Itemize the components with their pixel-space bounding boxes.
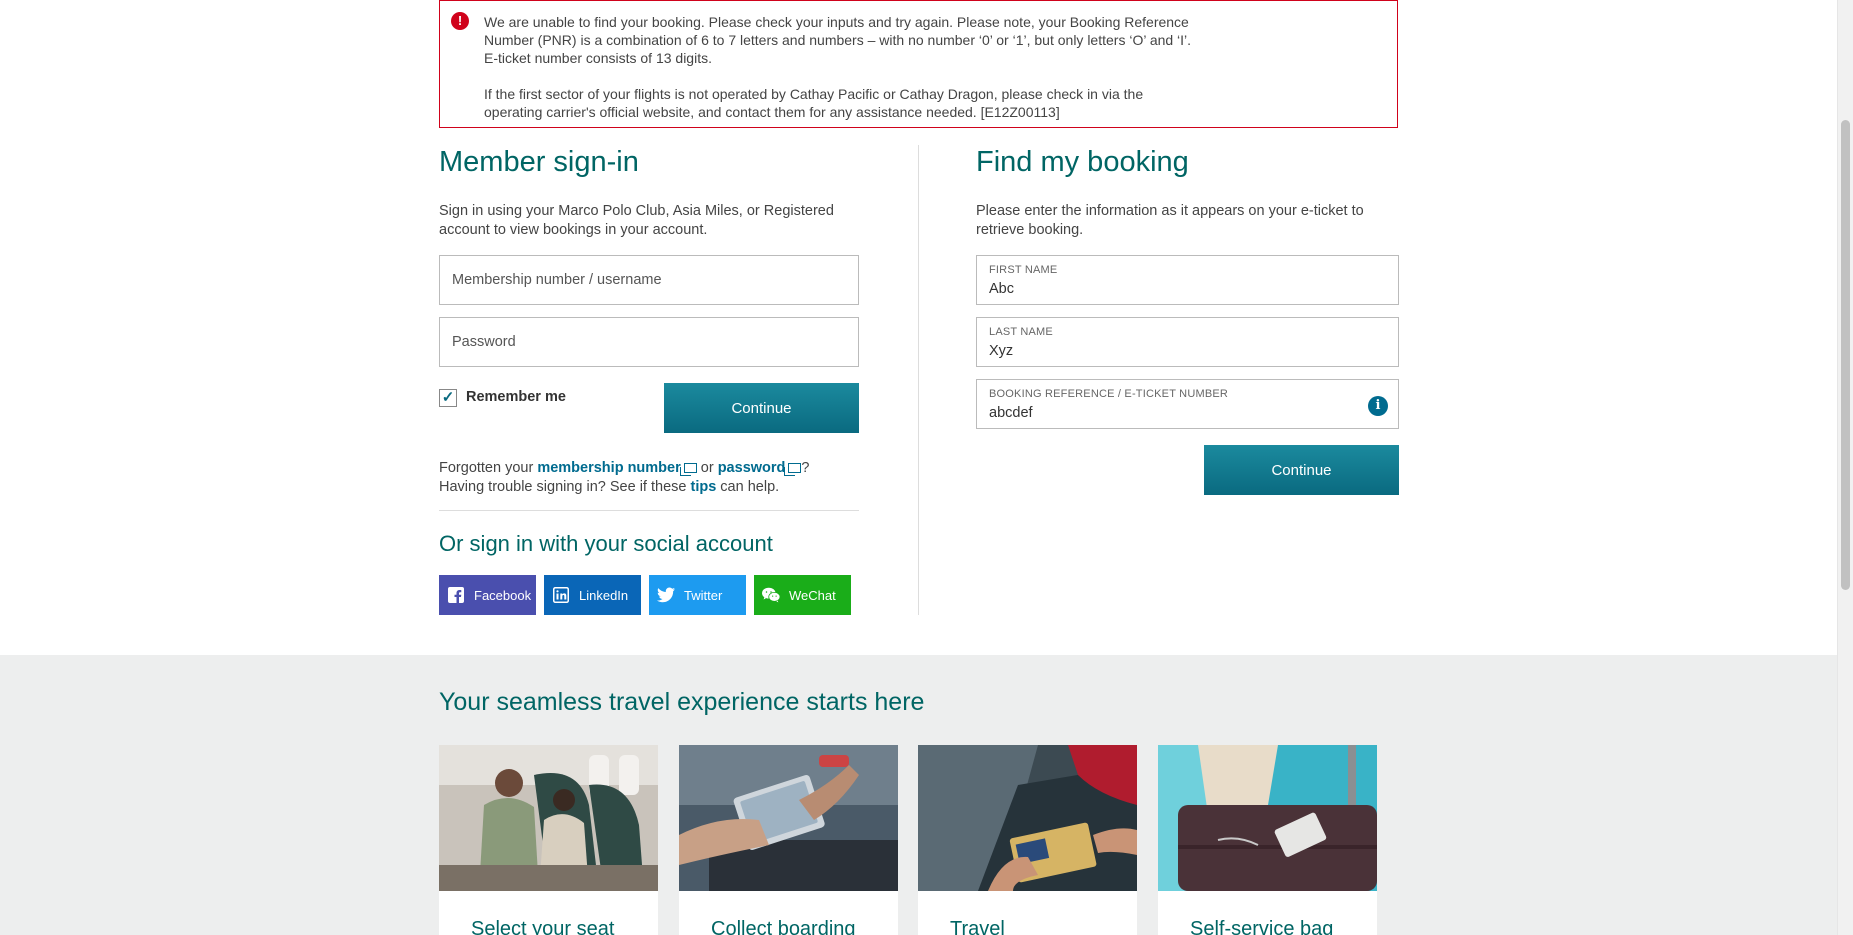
- find-booking-title: Find my booking: [976, 146, 1189, 178]
- facebook-icon: [447, 586, 465, 604]
- page: ! We are unable to find your booking. Pl…: [0, 0, 1838, 935]
- boarding-photo: [679, 745, 898, 891]
- trouble-prefix: Having trouble signing in? See if these: [439, 479, 691, 495]
- wechat-button[interactable]: WeChat: [754, 575, 851, 615]
- booking-reference-value: abcdef: [989, 405, 1033, 421]
- linkedin-icon: [552, 586, 570, 604]
- exclamation-icon: !: [451, 12, 469, 30]
- info-icon[interactable]: i: [1368, 396, 1388, 416]
- external-link-icon: [784, 463, 802, 476]
- travel-experience-title: Your seamless travel experience starts h…: [439, 688, 925, 716]
- wechat-icon: [762, 586, 780, 604]
- travel-experience-section: Your seamless travel experience starts h…: [0, 655, 1838, 935]
- trouble-suffix: can help.: [716, 479, 780, 495]
- linkedin-label: LinkedIn: [579, 587, 629, 603]
- member-signin-title: Member sign-in: [439, 146, 639, 178]
- card-caption: Travel: [950, 918, 1005, 935]
- error-paragraph: We are unable to find your booking. Plea…: [484, 14, 1192, 66]
- username-placeholder: Membership number / username: [452, 272, 662, 288]
- social-signin-title: Or sign in with your social account: [439, 531, 773, 556]
- seat-photo: [439, 745, 658, 891]
- facebook-button[interactable]: Facebook: [439, 575, 536, 615]
- last-name-field[interactable]: LAST NAME Xyz: [976, 317, 1399, 367]
- member-signin-section: Member sign-in Sign in using your Marco …: [439, 140, 859, 497]
- first-name-field[interactable]: FIRST NAME Abc: [976, 255, 1399, 305]
- remember-me-label: Remember me: [466, 389, 566, 405]
- vertical-scrollbar[interactable]: [1837, 0, 1853, 935]
- booking-reference-label: BOOKING REFERENCE / E-TICKET NUMBER: [989, 388, 1229, 400]
- find-booking-description: Please enter the information as it appea…: [976, 203, 1364, 238]
- forgot-text: Forgotten your membership number or pass…: [439, 459, 859, 478]
- twitter-icon: [657, 586, 675, 604]
- booking-continue-button[interactable]: Continue: [1204, 445, 1399, 495]
- remember-me-checkbox[interactable]: ✓: [439, 389, 457, 407]
- forgot-suffix: ?: [801, 460, 810, 476]
- bag-photo: [1158, 745, 1377, 891]
- password-placeholder: Password: [452, 334, 516, 350]
- facebook-label: Facebook: [474, 587, 532, 603]
- error-text: We are unable to find your booking. Plea…: [484, 13, 1204, 121]
- membership-number-link[interactable]: membership number: [537, 460, 680, 476]
- external-link-icon: [679, 463, 697, 476]
- error-message: ! We are unable to find your booking. Pl…: [439, 0, 1398, 128]
- username-input[interactable]: Membership number / username: [439, 255, 859, 305]
- scrollbar-thumb[interactable]: [1841, 120, 1850, 590]
- first-name-value: Abc: [989, 281, 1014, 297]
- card-collect-boarding[interactable]: Collect boarding: [679, 745, 898, 935]
- forgot-prefix: Forgotten your: [439, 460, 538, 476]
- card-caption: Collect boarding: [711, 918, 856, 935]
- last-name-label: LAST NAME: [989, 326, 1053, 338]
- password-input[interactable]: Password: [439, 317, 859, 367]
- forgot-or: or: [696, 460, 718, 476]
- trouble-text: Having trouble signing in? See if these …: [439, 478, 859, 497]
- password-link[interactable]: password: [718, 460, 786, 476]
- card-caption: Self-service bag: [1190, 918, 1334, 935]
- card-select-seat[interactable]: Select your seat: [439, 745, 658, 935]
- twitter-button[interactable]: Twitter: [649, 575, 746, 615]
- error-paragraph: If the first sector of your flights is n…: [484, 86, 1144, 120]
- tips-link[interactable]: tips: [691, 479, 717, 495]
- first-name-label: FIRST NAME: [989, 264, 1058, 276]
- card-travel[interactable]: Travel: [918, 745, 1137, 935]
- twitter-label: Twitter: [684, 587, 723, 603]
- wechat-label: WeChat: [789, 587, 836, 603]
- card-caption: Select your seat: [471, 918, 615, 935]
- last-name-value: Xyz: [989, 343, 1014, 359]
- member-continue-button[interactable]: Continue: [664, 383, 859, 433]
- find-booking-section: Find my booking Please enter the informa…: [976, 140, 1399, 495]
- member-signin-description: Sign in using your Marco Polo Club, Asia…: [439, 203, 834, 238]
- travel-photo: [918, 745, 1137, 891]
- booking-reference-field[interactable]: BOOKING REFERENCE / E-TICKET NUMBER abcd…: [976, 379, 1399, 429]
- card-self-service-bag[interactable]: Self-service bag: [1158, 745, 1377, 935]
- column-divider: [918, 145, 919, 615]
- linkedin-button[interactable]: LinkedIn: [544, 575, 641, 615]
- section-divider: [439, 510, 859, 511]
